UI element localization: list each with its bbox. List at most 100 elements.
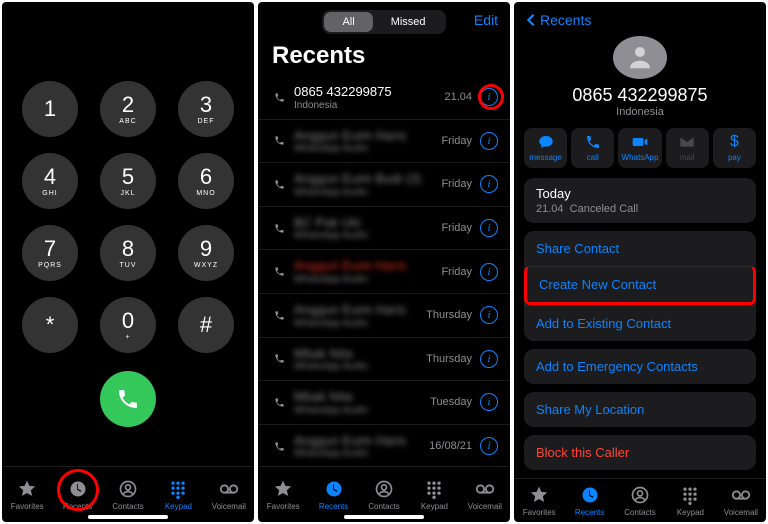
info-button[interactable]: i [480,132,498,150]
recent-row[interactable]: Mbak NitaWhatsApp AudioThursdayi [258,338,510,382]
recent-row[interactable]: Mbak NitaWhatsApp AudioTuesdayi [258,381,510,425]
key-7[interactable]: 7PQRS [22,225,78,281]
key-9[interactable]: 9WXYZ [178,225,234,281]
row-sub: WhatsApp Audio [294,274,441,285]
action-call[interactable]: call [571,128,614,168]
emergency-section: Add to Emergency Contacts [524,349,756,384]
key-2[interactable]: 2ABC [100,81,156,137]
segment-missed[interactable]: Missed [373,12,444,32]
key-6[interactable]: 6MNO [178,153,234,209]
action-message[interactable]: message [524,128,567,168]
info-button[interactable]: i [480,437,498,455]
info-button[interactable]: i [480,219,498,237]
tab-label: Keypad [421,502,448,511]
info-button[interactable]: i [480,350,498,368]
tab-contacts[interactable]: Contacts [359,467,409,522]
action-label: message [529,153,561,162]
segmented-control[interactable]: All Missed [322,10,445,34]
key-3[interactable]: 3DEF [178,81,234,137]
recent-row[interactable]: Anggun Euim HarisWhatsApp Audio16/08/21i [258,425,510,466]
row-name: Anggun Euim Haris [294,302,426,318]
segment-all[interactable]: All [324,12,372,32]
key-0[interactable]: 0+ [100,297,156,353]
recent-row[interactable]: Anggun Euim HarisWhatsApp AudioFridayi [258,120,510,164]
call-button[interactable] [100,371,156,427]
person-icon [625,42,655,72]
row-time: Tuesday [430,396,472,408]
outgoing-icon [272,92,286,103]
create-new-contact[interactable]: Create New Contact [524,266,756,305]
tab-recents[interactable]: Recents [308,467,358,522]
home-indicator[interactable] [344,515,424,519]
tab-voicemail[interactable]: Voicemail [716,479,766,522]
recent-row[interactable]: Anggun Euim HarisWhatsApp AudioFridayi [258,250,510,294]
action-whatsapp[interactable]: WhatsApp [618,128,661,168]
info-button[interactable]: i [480,88,498,106]
tab-label: Keypad [165,502,192,511]
screen-contact-detail: Recents 0865 432299875 Indonesia message… [514,2,766,522]
key-4[interactable]: 4GHI [22,153,78,209]
key-*[interactable]: * [22,297,78,353]
row-sub: WhatsApp Audio [294,361,426,372]
recent-row[interactable]: BC Pak UkiWhatsApp AudioFridayi [258,207,510,251]
tab-contacts[interactable]: Contacts [615,479,665,522]
tab-recents[interactable]: Recents [52,467,102,522]
location-section: Share My Location [524,392,756,427]
share-location[interactable]: Share My Location [524,392,756,427]
keypad-area: 1 2ABC 3DEF 4GHI 5JKL 6MNO 7PQRS 8TUV 9WXYZ * 0+ # [2,2,254,466]
info-button[interactable]: i [480,393,498,411]
tab-label: Recents [319,502,348,511]
recent-row[interactable]: Anggun Euim Budi (3)WhatsApp AudioFriday… [258,163,510,207]
tab-contacts[interactable]: Contacts [103,467,153,522]
keypad-grid: 1 2ABC 3DEF 4GHI 5JKL 6MNO 7PQRS 8TUV 9WXYZ * 0+ # [22,81,234,353]
phone-icon [585,134,601,150]
row-sub: WhatsApp Audio [294,230,441,241]
recent-row[interactable]: Anggun Euim HarisWhatsApp AudioThursdayi [258,294,510,338]
add-emergency-contacts[interactable]: Add to Emergency Contacts [524,349,756,384]
voicemail-icon [730,484,752,506]
home-indicator[interactable] [88,515,168,519]
tab-label: Voicemail [212,502,246,511]
row-sub: Indonesia [294,100,444,111]
edit-button[interactable]: Edit [474,12,498,28]
contact-actions-section: Share Contact Create New Contact Add to … [524,231,756,341]
keypad-icon [423,478,445,500]
tab-keypad[interactable]: Keypad [153,467,203,522]
key-5[interactable]: 5JKL [100,153,156,209]
block-caller[interactable]: Block this Caller [524,435,756,470]
contacts-icon [629,484,651,506]
outgoing-icon [272,397,286,408]
back-button[interactable]: Recents [514,2,766,32]
key-#[interactable]: # [178,297,234,353]
action-pay[interactable]: $pay [713,128,756,168]
info-button[interactable]: i [480,175,498,193]
chevron-left-icon [526,13,536,27]
recents-list[interactable]: 0865 432299875Indonesia21.04iAnggun Euim… [258,76,510,466]
tab-favorites[interactable]: Favorites [514,479,564,522]
dollar-icon: $ [730,134,739,150]
outgoing-icon [272,441,286,452]
tab-favorites[interactable]: Favorites [2,467,52,522]
star-icon [272,478,294,500]
info-button[interactable]: i [480,306,498,324]
tab-bar: Favorites Recents Contacts Keypad Voicem… [514,478,766,522]
tab-keypad[interactable]: Keypad [665,479,715,522]
tab-favorites[interactable]: Favorites [258,467,308,522]
key-8[interactable]: 8TUV [100,225,156,281]
info-button[interactable]: i [480,263,498,281]
row-sub: WhatsApp Audio [294,448,429,459]
tab-voicemail[interactable]: Voicemail [460,467,510,522]
clock-icon [67,478,89,500]
row-sub: WhatsApp Audio [294,187,441,198]
key-1[interactable]: 1 [22,81,78,137]
row-time: Thursday [426,309,472,321]
recent-row[interactable]: 0865 432299875Indonesia21.04i [258,76,510,120]
tab-bar: Favorites Recents Contacts Keypad Voicem… [2,466,254,522]
row-time: 21.04 [444,91,472,103]
tab-keypad[interactable]: Keypad [409,467,459,522]
share-contact[interactable]: Share Contact [524,231,756,266]
tab-voicemail[interactable]: Voicemail [204,467,254,522]
tab-recents[interactable]: Recents [564,479,614,522]
add-existing-contact[interactable]: Add to Existing Contact [524,305,756,341]
contact-number: 0865 432299875 [514,85,766,106]
